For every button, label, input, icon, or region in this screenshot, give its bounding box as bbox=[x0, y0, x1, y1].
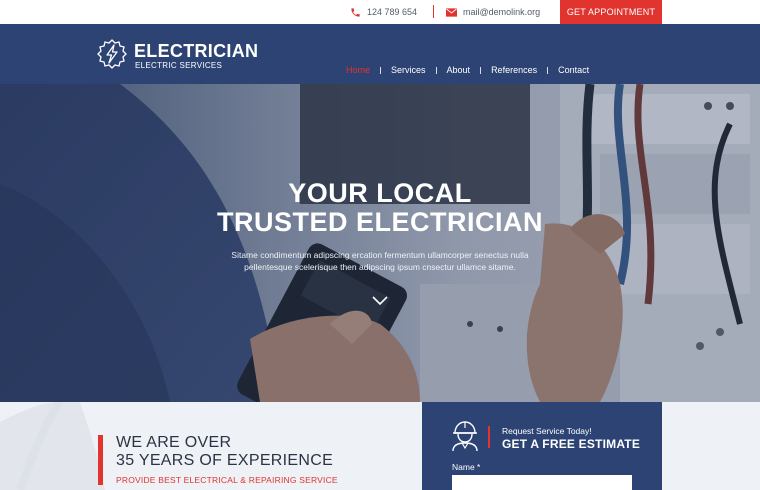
name-field-label: Name * bbox=[452, 462, 481, 472]
nav-divider bbox=[547, 66, 549, 74]
email-contact[interactable]: mail@demolink.org bbox=[446, 5, 540, 19]
request-service-label: Request Service Today! bbox=[502, 426, 592, 436]
phone-icon bbox=[351, 7, 360, 17]
experience-heading-line1: WE ARE OVER bbox=[116, 434, 232, 451]
topbar-divider bbox=[433, 5, 434, 18]
nav-item-about[interactable]: About bbox=[437, 65, 481, 75]
lightning-gear-logo-icon[interactable] bbox=[96, 38, 128, 72]
free-estimate-title: GET A FREE ESTIMATE bbox=[502, 437, 641, 451]
nav-item-home[interactable]: Home bbox=[336, 65, 380, 75]
phone-number: 124 789 654 bbox=[367, 7, 418, 17]
experience-heading-line2: 35 YEARS OF EXPERIENCE bbox=[116, 452, 334, 469]
hero-section: YOUR LOCAL TRUSTED ELECTRICIAN Sitame co… bbox=[0, 84, 760, 402]
envelope-icon bbox=[446, 7, 457, 17]
nav-divider bbox=[435, 66, 437, 74]
estimate-accent-bar bbox=[488, 426, 490, 448]
email-address: mail@demolink.org bbox=[463, 7, 541, 17]
phone-contact[interactable]: 124 789 654 bbox=[350, 5, 417, 19]
chevron-down-icon[interactable] bbox=[372, 296, 388, 306]
name-input[interactable] bbox=[452, 475, 632, 490]
top-bar: 124 789 654 mail@demolink.org GET APPOIN… bbox=[0, 0, 760, 24]
experience-subtitle: PROVIDE BEST ELECTRICAL & REPAIRING SERV… bbox=[116, 475, 338, 485]
hero-overlay bbox=[0, 84, 760, 402]
brand-title[interactable]: ELECTRICIAN bbox=[134, 41, 258, 62]
hero-description: Sitame condimentum adipscing ercation fe… bbox=[231, 250, 529, 272]
experience-section: WE ARE OVER 35 YEARS OF EXPERIENCE PROVI… bbox=[0, 402, 422, 490]
nav-item-services[interactable]: Services bbox=[381, 65, 436, 75]
nav-divider bbox=[380, 66, 382, 74]
nav-item-references[interactable]: References bbox=[481, 65, 547, 75]
accent-bar bbox=[98, 435, 103, 485]
main-nav: Home Services About References Contact bbox=[336, 63, 599, 77]
background-panel bbox=[662, 402, 760, 490]
nav-item-contact[interactable]: Contact bbox=[548, 65, 599, 75]
worker-helmet-icon bbox=[452, 421, 478, 452]
free-estimate-panel: Request Service Today! GET A FREE ESTIMA… bbox=[422, 402, 662, 490]
nav-divider bbox=[480, 66, 482, 74]
site-header: ELECTRICIAN ELECTRIC SERVICES Home Servi… bbox=[0, 24, 760, 84]
hero-title-line1: YOUR LOCAL bbox=[288, 178, 472, 208]
brand-subtitle: ELECTRIC SERVICES bbox=[135, 61, 223, 70]
hero-title-line2: TRUSTED ELECTRICIAN bbox=[217, 207, 543, 237]
get-appointment-button[interactable]: GET APPOINTMENT bbox=[560, 0, 662, 24]
